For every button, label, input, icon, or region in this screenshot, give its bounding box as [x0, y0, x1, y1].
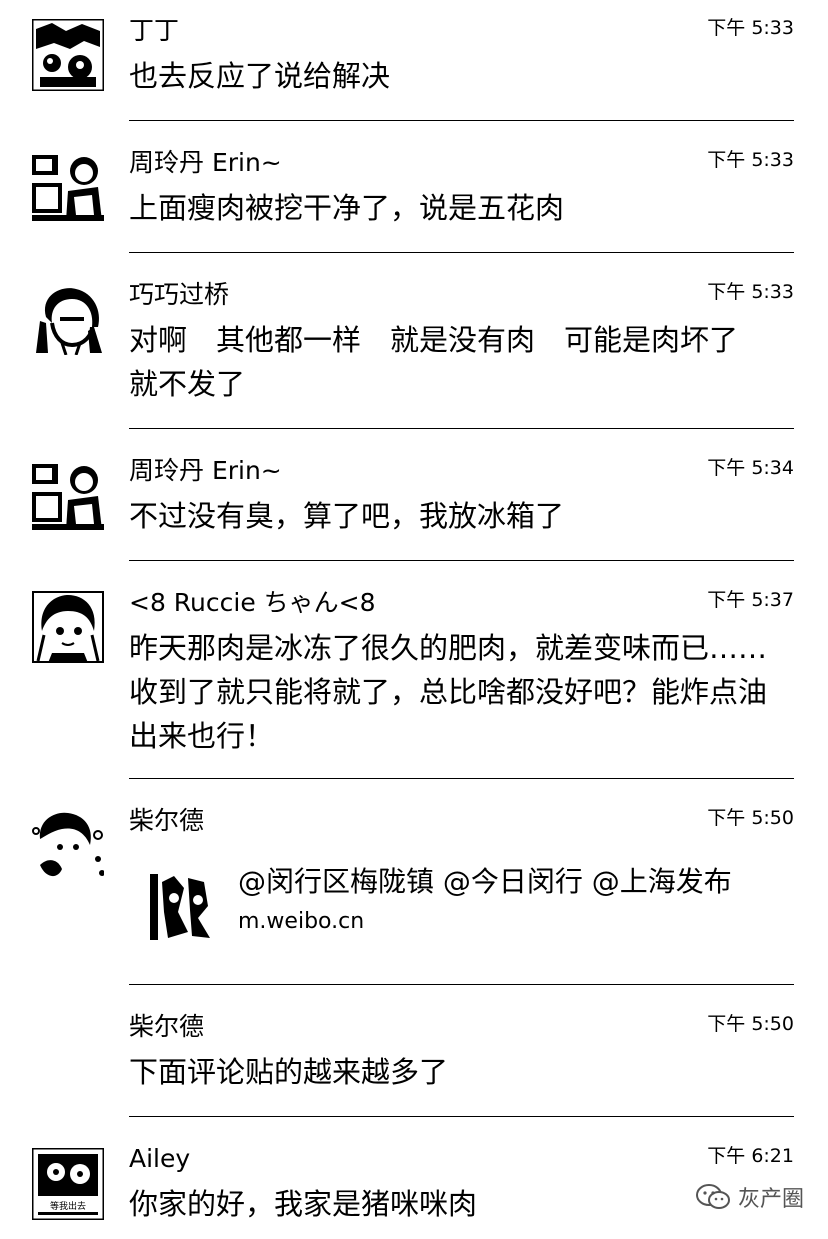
- avatar[interactable]: [32, 460, 104, 532]
- avatar-icon: [32, 19, 104, 91]
- message-time: 下午 5:50: [707, 807, 794, 829]
- divider: [129, 1116, 794, 1117]
- link-url: m.weibo.cn: [238, 909, 365, 934]
- link-thumbnail: [148, 872, 216, 942]
- message-time: 下午 5:33: [707, 149, 794, 171]
- divider: [129, 252, 794, 253]
- divider: [129, 778, 794, 779]
- avatar[interactable]: [32, 151, 104, 223]
- sender-name[interactable]: 周玲丹 Erin~: [129, 456, 282, 486]
- link-title: @闵行区梅陇镇 @今日闵行 @上海发布: [238, 865, 732, 898]
- avatar-icon: [32, 283, 104, 355]
- avatar-icon: [32, 809, 104, 881]
- message-text: 上面瘦肉被挖干净了，说是五花肉: [129, 191, 565, 225]
- message-time: 下午 5:34: [707, 457, 794, 479]
- message-text: 昨天那肉是冰冻了很久的肥肉，就差变味而已……收到了就只能将就了，总比啥都没好吧？…: [129, 631, 768, 753]
- avatar-caption: 等我出去: [50, 1200, 86, 1212]
- divider: [129, 560, 794, 561]
- sender-name[interactable]: 丁丁: [129, 16, 179, 46]
- message-text: 下面评论贴的越来越多了: [129, 1055, 449, 1089]
- message-text: 你家的好，我家是猪咪咪肉: [129, 1187, 478, 1221]
- message-time: 下午 5:37: [707, 589, 794, 611]
- link-card[interactable]: @闵行区梅陇镇 @今日闵行 @上海发布 m.weibo.cn: [148, 864, 798, 956]
- sender-name[interactable]: 巧巧过桥: [129, 280, 229, 310]
- image-icon: [148, 872, 216, 942]
- avatar-icon: [32, 591, 104, 663]
- sender-name[interactable]: 周玲丹 Erin~: [129, 148, 282, 178]
- sender-name[interactable]: Ailey: [129, 1144, 190, 1174]
- avatar[interactable]: [32, 809, 104, 881]
- message-time: 下午 5:50: [707, 1013, 794, 1035]
- avatar[interactable]: [32, 19, 104, 91]
- divider: [129, 984, 794, 985]
- message-time: 下午 5:33: [707, 17, 794, 39]
- avatar-icon: 等我出去: [32, 1148, 104, 1220]
- watermark-label: 灰产圈: [737, 1187, 804, 1212]
- message-text: 也去反应了说给解决: [129, 59, 391, 93]
- avatar[interactable]: [32, 283, 104, 355]
- watermark: 灰产圈: [695, 1181, 804, 1213]
- message-time: 下午 6:21: [707, 1145, 794, 1167]
- message-text: 不过没有臭，算了吧，我放冰箱了: [129, 499, 565, 533]
- divider: [129, 120, 794, 121]
- divider: [129, 428, 794, 429]
- avatar-icon: [32, 151, 104, 223]
- sender-name[interactable]: 柴尔德: [129, 1012, 204, 1042]
- avatar-icon: [32, 460, 104, 532]
- wechat-icon: [695, 1184, 730, 1209]
- avatar[interactable]: 等我出去: [32, 1148, 104, 1220]
- sender-name[interactable]: 柴尔德: [129, 806, 204, 836]
- avatar[interactable]: [32, 591, 104, 663]
- message-text: 对啊 其他都一样 就是没有肉 可能是肉坏了 就不发了: [129, 323, 768, 401]
- sender-name[interactable]: <8 Ruccie ちゃん<8: [129, 588, 376, 618]
- message-time: 下午 5:33: [707, 281, 794, 303]
